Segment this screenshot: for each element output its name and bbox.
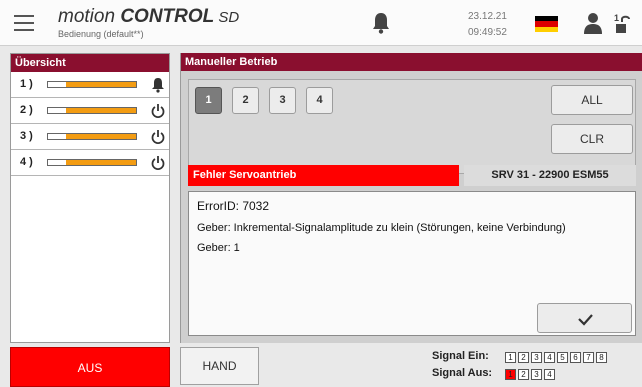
signal-on-box-4: 4 — [544, 352, 555, 363]
overview-row-label: 4 ) — [20, 156, 33, 168]
signal-on-box-1: 1 — [505, 352, 516, 363]
overview-title: Übersicht — [11, 54, 169, 72]
error-id: ErrorID: 7032 — [197, 199, 270, 213]
date-text: 23.12.21 — [468, 11, 507, 22]
user-icon[interactable] — [583, 12, 603, 34]
signal-on-box-3: 3 — [531, 352, 542, 363]
error-label: Fehler Servoantrieb — [188, 165, 459, 186]
signal-on-box-5: 5 — [557, 352, 568, 363]
signal-on-box-6: 6 — [570, 352, 581, 363]
overview-row-1[interactable]: 1 ) — [11, 72, 169, 98]
error-message-box: ErrorID: 7032 Geber: Inkremental-Signala… — [188, 191, 636, 336]
title-part1: motion — [58, 6, 121, 27]
device-label: SRV 31 - 22900 ESM55 — [464, 165, 636, 186]
signal-on-label: Signal Ein: — [432, 350, 489, 362]
manual-title: Manueller Betrieb — [181, 53, 642, 71]
title-part2: CONTROL — [120, 6, 215, 27]
signal-off-box-3: 3 — [531, 369, 542, 380]
header-bar: motion CONTROL SD Bedienung (default**) … — [0, 0, 642, 46]
overview-row-label: 2 ) — [20, 104, 33, 116]
overview-panel: Übersicht 1 ) 2 ) 3 ) 4) — [10, 53, 170, 343]
bell-icon — [152, 78, 164, 93]
overview-row-2[interactable]: 2 ) — [11, 98, 169, 124]
number-selector-area: 1 2 3 4 ALL CLR — [188, 79, 636, 174]
all-button[interactable]: ALL — [551, 85, 633, 115]
datetime: 23.12.21 09:49:52 — [468, 9, 507, 41]
time-text: 09:49:52 — [468, 27, 507, 38]
signal-off-box-1: 1 — [505, 369, 516, 380]
app-root: motion CONTROL SD Bedienung (default**) … — [0, 0, 642, 387]
signal-off-box-2: 2 — [518, 369, 529, 380]
overview-row-4[interactable]: 4 ) — [11, 150, 169, 176]
overview-progress-bar — [47, 159, 137, 166]
app-subtitle: Bedienung (default**) — [58, 29, 144, 39]
checkmark-icon — [578, 314, 593, 326]
signal-on-box-7: 7 — [583, 352, 594, 363]
signal-off-box-4: 4 — [544, 369, 555, 380]
power-icon — [151, 156, 165, 170]
signal-off-label: Signal Aus: — [432, 367, 493, 379]
language-flag-icon[interactable] — [535, 16, 558, 32]
svg-text:1: 1 — [614, 13, 619, 23]
number-button-3[interactable]: 3 — [269, 87, 296, 114]
power-icon — [151, 104, 165, 118]
overview-row-label: 1 ) — [20, 78, 33, 90]
error-line-2: Geber: 1 — [197, 242, 240, 254]
title-part3: SD — [214, 9, 240, 26]
menu-icon[interactable] — [14, 15, 34, 31]
unlock-icon[interactable]: 1 — [612, 12, 632, 36]
overview-row-label: 3 ) — [20, 130, 33, 142]
bell-icon[interactable] — [372, 12, 390, 34]
confirm-button[interactable] — [537, 303, 632, 333]
manual-panel: Manueller Betrieb 1 2 3 4 ALL CLR Fehler… — [180, 53, 642, 343]
overview-progress-bar — [47, 107, 137, 114]
overview-progress-bar — [47, 81, 137, 88]
number-button-2[interactable]: 2 — [232, 87, 259, 114]
footer-bar: AUS HAND Signal Ein: Signal Aus: 1 2 3 4… — [0, 343, 642, 387]
error-header-row: Fehler Servoantrieb SRV 31 - 22900 ESM55 — [188, 165, 636, 186]
signal-on-box-2: 2 — [518, 352, 529, 363]
error-line-1: Geber: Inkremental-Signalamplitude zu kl… — [197, 222, 566, 234]
number-button-1[interactable]: 1 — [195, 87, 222, 114]
number-button-4[interactable]: 4 — [306, 87, 333, 114]
app-title: motion CONTROL SD — [58, 6, 239, 28]
overview-row-3[interactable]: 3 ) — [11, 124, 169, 150]
power-icon — [151, 130, 165, 144]
aus-button[interactable]: AUS — [10, 347, 170, 387]
signal-on-box-8: 8 — [596, 352, 607, 363]
clear-button[interactable]: CLR — [551, 124, 633, 154]
hand-button[interactable]: HAND — [180, 347, 259, 385]
overview-progress-bar — [47, 133, 137, 140]
